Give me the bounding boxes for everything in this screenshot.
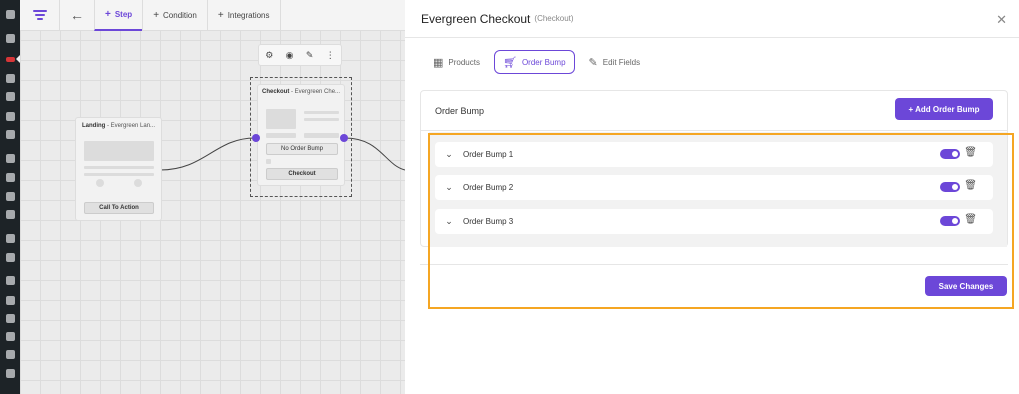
checkout-node-title: Checkout - Evergreen Che... xyxy=(262,89,341,95)
checkout-input-port[interactable] xyxy=(252,134,260,142)
preview-image xyxy=(266,109,296,129)
funnel-canvas[interactable]: ← + Step + Condition + Integrations Landing… xyxy=(20,0,405,394)
highlight-annotation xyxy=(428,133,1014,309)
pages-icon[interactable] xyxy=(4,90,16,102)
checkout-output-port[interactable] xyxy=(340,134,348,142)
landing-preview xyxy=(84,141,154,161)
grid-icon: ▦ xyxy=(433,56,444,69)
woo-icon[interactable] xyxy=(4,152,16,164)
checkout-cta-button[interactable]: Checkout xyxy=(266,168,338,180)
preview-line xyxy=(304,133,339,138)
pencil-icon: ✎ xyxy=(588,56,598,69)
no-order-bump-label: No Order Bump xyxy=(266,143,338,155)
settings-icon[interactable] xyxy=(4,348,16,360)
cart-icon: 🛒︎ xyxy=(502,56,517,69)
tab-edit-fields[interactable]: ✎ Edit Fields xyxy=(581,50,649,74)
pencil-icon[interactable]: ✎ xyxy=(306,50,314,61)
collapse-menu-icon[interactable] xyxy=(4,367,16,379)
landing-node-title: Landing - Evergreen Lan... xyxy=(82,123,156,129)
gear-icon[interactable]: ⚙ xyxy=(265,50,273,61)
tab-order-bump[interactable]: 🛒︎ Order Bump xyxy=(493,50,575,74)
more-vertical-icon[interactable]: ⋮ xyxy=(326,50,335,61)
preview-checkbox xyxy=(266,159,271,164)
preview-line xyxy=(304,118,339,121)
wrench-icon[interactable] xyxy=(4,330,16,342)
panel-tabs: ▦ Products 🛒︎ Order Bump ✎ Edit Fields xyxy=(425,50,648,74)
funnel-menu-icon[interactable] xyxy=(4,53,20,65)
panel-header: Evergreen Checkout (Checkout) xyxy=(405,0,1019,38)
landing-node[interactable]: Landing - Evergreen Lan... Call To Actio… xyxy=(75,117,162,221)
analytics-icon[interactable] xyxy=(4,190,16,202)
panel-subtitle: (Checkout) xyxy=(534,14,574,23)
preview-dot xyxy=(96,179,104,187)
comments-icon[interactable] xyxy=(4,128,16,140)
eye-icon[interactable]: ◉ xyxy=(286,50,294,61)
node-toolbar: ⚙ ◉ ✎ ⋮ xyxy=(258,44,342,66)
users-icon[interactable] xyxy=(4,312,16,324)
dashboard-icon[interactable] xyxy=(4,8,16,20)
preview-line xyxy=(266,133,296,138)
panel-title: Evergreen Checkout xyxy=(421,11,531,26)
preview-line xyxy=(304,111,339,114)
preview-dot xyxy=(134,179,142,187)
wp-admin-sidebar xyxy=(0,0,20,394)
tools-icon[interactable] xyxy=(4,110,16,122)
folder-icon[interactable] xyxy=(4,251,16,263)
add-order-bump-button[interactable]: + Add Order Bump xyxy=(895,98,993,120)
landing-cta-button[interactable]: Call To Action xyxy=(84,202,154,214)
appearance-icon[interactable] xyxy=(4,274,16,286)
pin-icon[interactable] xyxy=(4,32,16,44)
close-icon[interactable]: ✕ xyxy=(996,12,1007,28)
elementor-icon[interactable] xyxy=(4,232,16,244)
checkout-node[interactable]: Checkout - Evergreen Che... No Order Bum… xyxy=(257,84,345,186)
plugins-icon[interactable] xyxy=(4,294,16,306)
products-icon[interactable] xyxy=(4,171,16,183)
preview-line xyxy=(84,173,154,176)
tab-products[interactable]: ▦ Products xyxy=(425,50,488,74)
media-icon[interactable] xyxy=(4,72,16,84)
marketing-icon[interactable] xyxy=(4,208,16,220)
preview-line xyxy=(84,166,154,169)
